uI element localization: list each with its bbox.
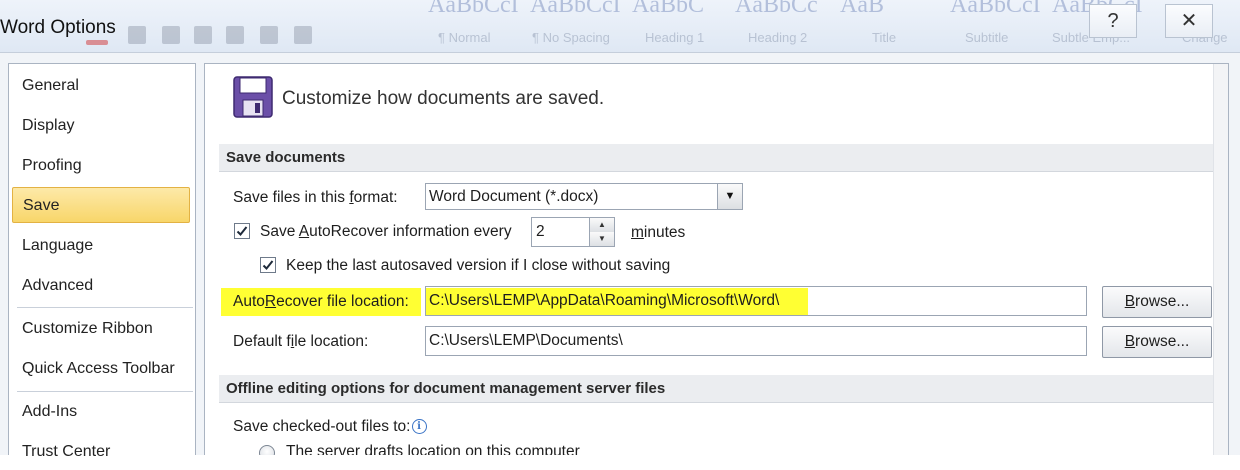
keep-last-autosaved-checkbox[interactable] [260, 257, 276, 273]
title-bar: AaBbCcI AaBbCcI AaBbC AaBbCc AaB AaBbCcI… [0, 0, 1240, 52]
autorecover-location-input[interactable]: C:\Users\LEMP\AppData\Roaming\Microsoft\… [425, 286, 1087, 316]
server-drafts-label: The server drafts location on this compu… [286, 443, 580, 455]
style-preview: AaB [840, 0, 884, 18]
question-icon: ? [1107, 10, 1119, 32]
autorecover-minutes-stepper[interactable]: 2 ▲ ▼ [531, 217, 615, 247]
browse-default-button[interactable]: Browse... [1102, 326, 1212, 358]
style-preview: AaBbCcI [530, 0, 621, 18]
stepper-down-icon[interactable]: ▼ [590, 232, 614, 246]
save-format-label: Save files in this format: [233, 189, 398, 206]
sidebar-item-language[interactable]: Language [12, 228, 190, 264]
sidebar-item-advanced[interactable]: Advanced [12, 268, 190, 304]
autorecover-location-label: AutoRecover file location: [233, 293, 409, 310]
minutes-label: minutes [631, 224, 686, 241]
save-options-panel: Customize how documents are saved. Save … [204, 63, 1229, 455]
style-caption: Subtitle [965, 30, 1009, 45]
checkmark-icon [262, 260, 274, 270]
floppy-disk-icon [233, 76, 273, 118]
stepper-up-icon[interactable]: ▲ [590, 218, 614, 233]
sidebar-divider [17, 391, 193, 392]
sidebar-item-quick-access-toolbar[interactable]: Quick Access Toolbar [12, 351, 190, 387]
style-preview: AaBbCc [735, 0, 818, 18]
style-preview: AaBbCcI [950, 0, 1041, 18]
style-preview: AaBbCcI [428, 0, 519, 18]
sidebar-item-add-ins[interactable]: Add-Ins [12, 394, 190, 430]
sidebar-item-proofing[interactable]: Proofing [12, 148, 190, 184]
style-caption: ¶ Normal [438, 30, 491, 45]
sidebar-item-customize-ribbon[interactable]: Customize Ribbon [12, 311, 190, 347]
section-save-documents: Save documents [219, 144, 1213, 172]
style-caption: Title [872, 30, 897, 45]
panel-edge [1213, 64, 1228, 455]
checked-out-files-label: Save checked-out files to: i [233, 418, 427, 436]
info-icon[interactable]: i [411, 419, 427, 434]
help-button[interactable]: ? [1089, 4, 1137, 38]
sidebar-divider [17, 307, 193, 308]
chevron-down-icon[interactable]: ▼ [717, 184, 742, 209]
style-caption: Heading 1 [645, 30, 705, 45]
default-location-input[interactable]: C:\Users\LEMP\Documents\ [425, 326, 1087, 356]
style-preview: AaBbC [632, 0, 704, 18]
checkmark-icon [236, 226, 248, 236]
sidebar-item-general[interactable]: General [12, 68, 190, 104]
close-icon: ✕ [1180, 10, 1198, 32]
autorecover-checkbox[interactable] [234, 223, 250, 239]
options-sidebar: General Display Proofing Save Language A… [8, 63, 196, 460]
save-format-select[interactable]: Word Document (*.docx) ▼ [425, 183, 743, 210]
sidebar-item-save[interactable]: Save [12, 187, 190, 223]
sidebar-item-display[interactable]: Display [12, 108, 190, 144]
style-caption: Heading 2 [748, 30, 808, 45]
browse-autorecover-button[interactable]: Browse... [1102, 286, 1212, 318]
close-button[interactable]: ✕ [1165, 4, 1213, 38]
stepper-buttons: ▲ ▼ [589, 218, 614, 246]
window-title: Word Options [0, 17, 116, 38]
autorecover-minutes-value[interactable]: 2 [536, 223, 545, 241]
default-location-label: Default file location: [233, 333, 369, 350]
autorecover-label: Save AutoRecover information every [260, 223, 512, 240]
style-caption: ¶ No Spacing [532, 30, 610, 45]
save-format-value: Word Document (*.docx) [429, 188, 599, 205]
section-offline-editing: Offline editing options for document man… [219, 375, 1213, 403]
page-heading: Customize how documents are saved. [282, 88, 605, 109]
keep-last-autosaved-label: Keep the last autosaved version if I clo… [286, 257, 671, 274]
sidebar-item-trust-center[interactable]: Trust Center [12, 434, 190, 470]
